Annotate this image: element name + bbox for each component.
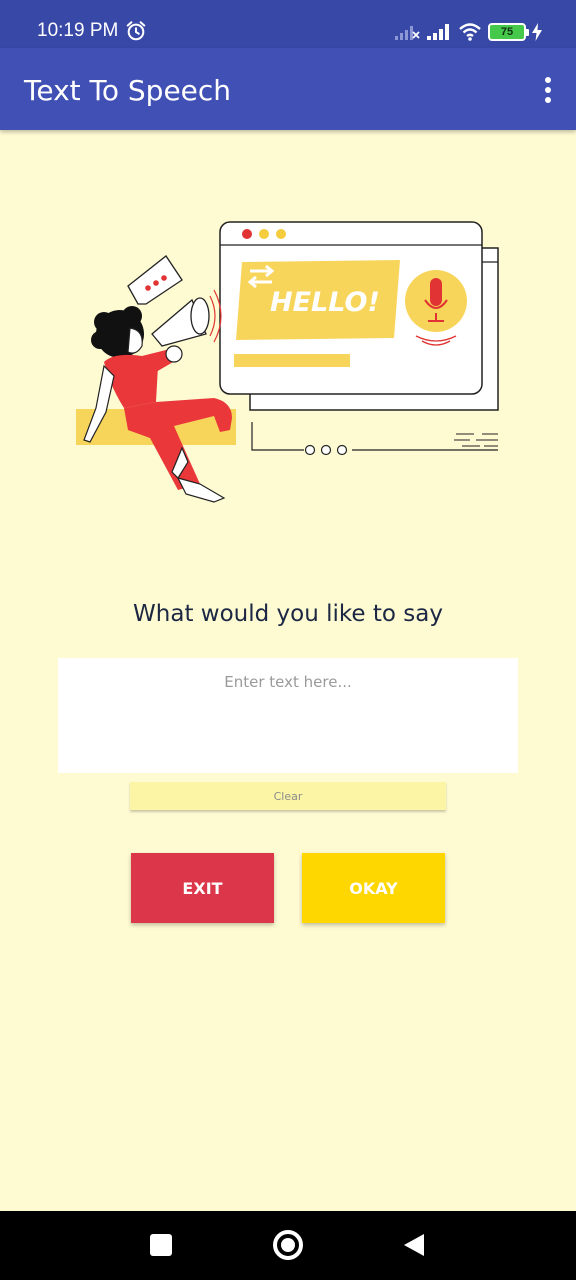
alarm-icon <box>126 21 146 41</box>
navigation-bar <box>0 1211 576 1280</box>
back-icon[interactable] <box>403 1233 425 1257</box>
more-vert-icon[interactable] <box>536 70 560 110</box>
status-time: 10:19 PM <box>37 20 119 41</box>
text-to-speech-illustration: HELLO! <box>76 221 499 503</box>
hello-text: HELLO! <box>270 287 380 318</box>
status-icons: 75 <box>394 20 542 44</box>
okay-button[interactable]: OKAY <box>302 853 445 923</box>
signal-no-service-icon <box>395 26 420 40</box>
recents-icon[interactable] <box>150 1234 172 1256</box>
prompt-heading: What would you like to say <box>133 601 443 627</box>
battery-level: 75 <box>500 26 514 38</box>
home-icon[interactable] <box>273 1230 303 1260</box>
status-bar: 10:19 PM 75 <box>0 0 576 48</box>
battery-icon: 75 <box>488 23 529 41</box>
app-title: Text To Speech <box>24 74 232 107</box>
app-bar: Text To Speech <box>0 48 576 130</box>
charging-icon <box>532 23 542 41</box>
wifi-icon <box>459 23 481 41</box>
speech-text-input[interactable] <box>58 658 518 773</box>
exit-button[interactable]: EXIT <box>131 853 274 923</box>
clear-button[interactable]: Clear <box>130 782 446 810</box>
signal-icon <box>427 24 449 40</box>
